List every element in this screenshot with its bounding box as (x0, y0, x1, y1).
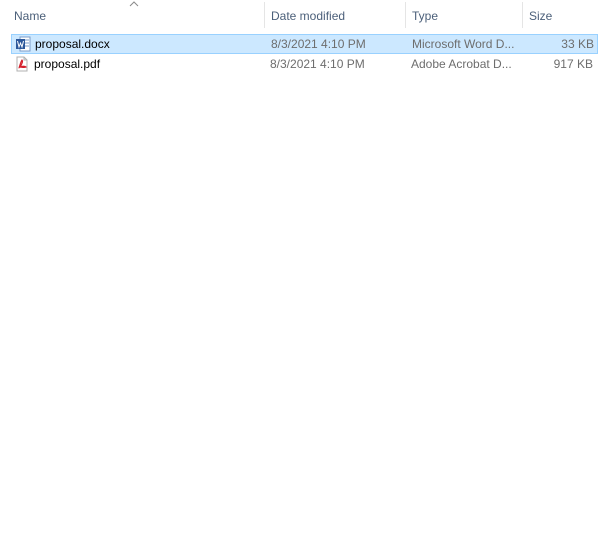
column-header-bar: Name Date modified Type Size (0, 0, 600, 32)
file-name: proposal.pdf (34, 57, 101, 71)
column-header-type[interactable]: Type (406, 0, 522, 32)
file-name-cell: proposal.docx (15, 35, 260, 53)
column-header-size-label: Size (529, 9, 553, 23)
chevron-up-icon (128, 0, 140, 8)
file-date-modified: 8/3/2021 4:10 PM (270, 57, 365, 71)
file-row-proposal-docx[interactable]: proposal.docx 8/3/2021 4:10 PM Microsoft… (11, 34, 598, 54)
column-header-type-label: Type (412, 9, 439, 23)
column-header-date[interactable]: Date modified (265, 0, 405, 32)
file-type: Adobe Acrobat D... (411, 57, 512, 71)
file-explorer-list-view: Name Date modified Type Size proposal.do… (0, 0, 600, 540)
file-date-modified: 8/3/2021 4:10 PM (271, 37, 366, 51)
file-type: Microsoft Word D... (412, 37, 515, 51)
pdf-document-icon (14, 56, 30, 72)
file-size: 917 KB (553, 57, 593, 71)
word-document-icon (15, 36, 31, 52)
file-name-cell: proposal.pdf (14, 55, 259, 73)
column-header-name-label: Name (14, 9, 47, 23)
column-header-size[interactable]: Size (523, 0, 598, 32)
column-header-date-label: Date modified (271, 9, 346, 23)
file-size: 33 KB (561, 37, 594, 51)
file-name: proposal.docx (35, 37, 110, 51)
file-row-proposal-pdf[interactable]: proposal.pdf 8/3/2021 4:10 PM Adobe Acro… (11, 55, 598, 75)
